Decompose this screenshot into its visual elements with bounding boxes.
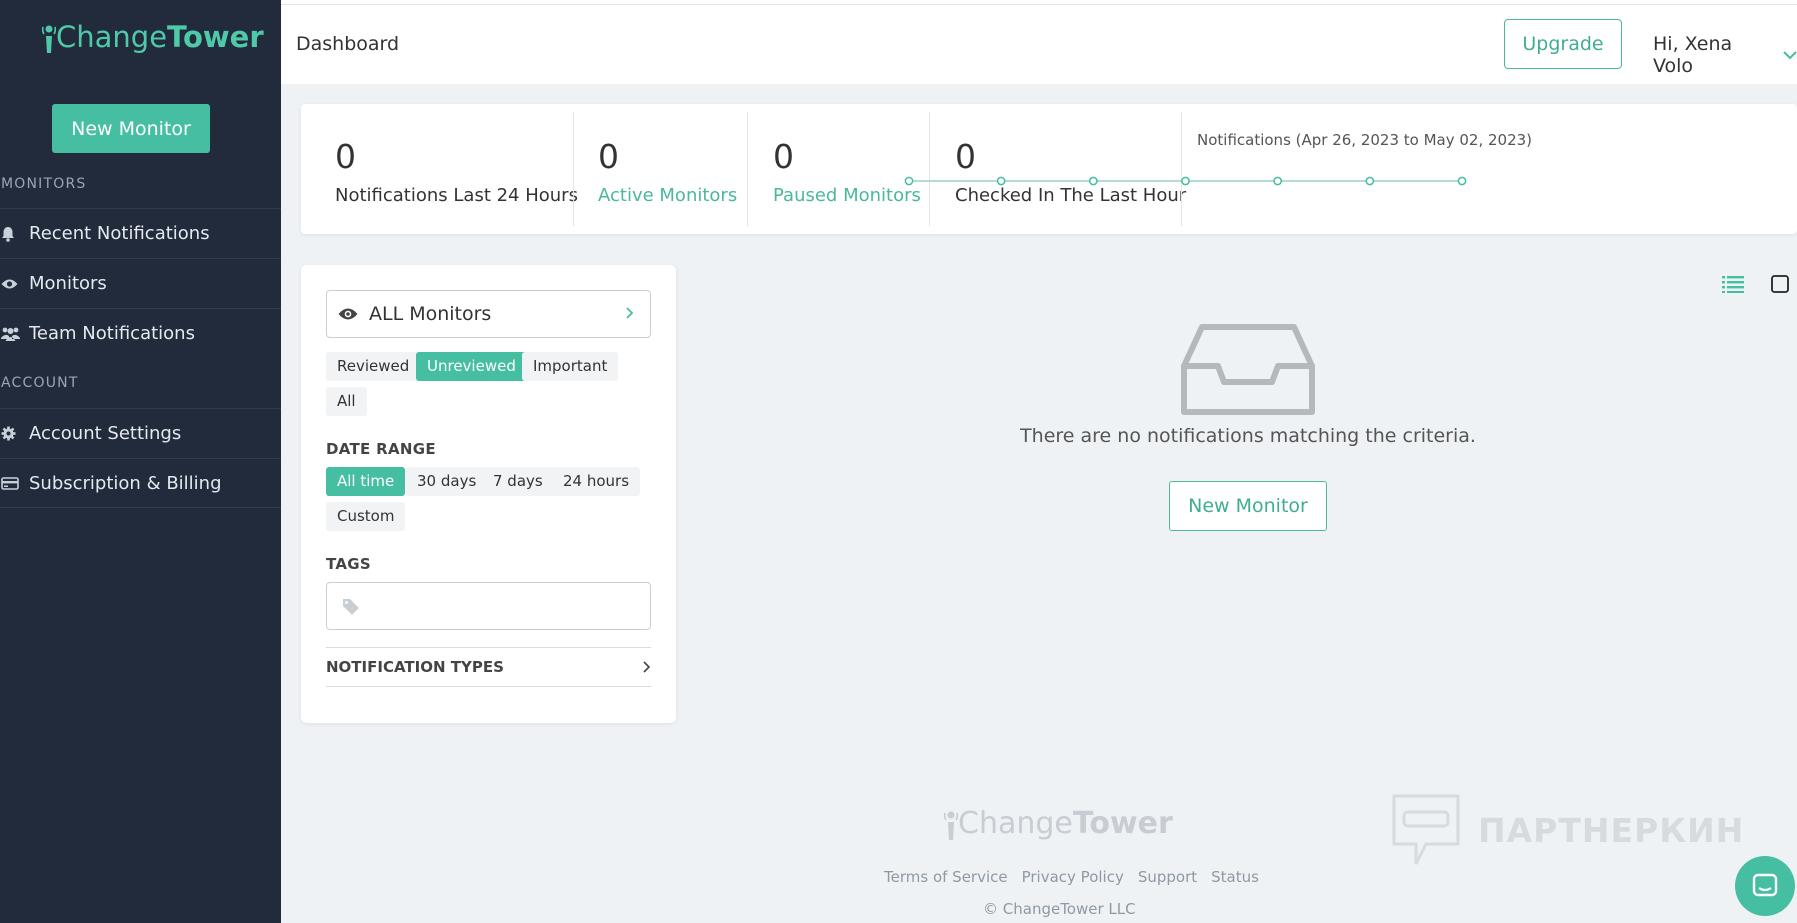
notifications-chart: [904, 176, 1467, 186]
credit-card-icon: [0, 476, 29, 490]
sidebar-item-label: Account Settings: [29, 423, 182, 444]
sidebar-item-team-notifications[interactable]: Team Notifications: [0, 308, 281, 358]
tag-icon: [342, 598, 360, 616]
footer-link-terms[interactable]: Terms of Service: [884, 868, 1008, 886]
bell-icon: [0, 226, 29, 242]
logo-text-bold: Tower: [167, 20, 264, 54]
chart-point-may-01[interactable]: [1365, 176, 1375, 186]
active-monitors-link[interactable]: Active Monitors: [598, 185, 737, 206]
sidebar-item-label: Subscription & Billing: [29, 472, 222, 494]
footer-links: Terms of Service Privacy Policy Support …: [884, 868, 1273, 886]
sidebar-item-subscription-billing[interactable]: Subscription & Billing: [0, 458, 281, 508]
notification-types-label: NOTIFICATION TYPES: [326, 658, 504, 676]
user-greeting: Hi, Xena Volo: [1653, 33, 1733, 77]
new-monitor-button[interactable]: New Monitor: [52, 104, 210, 153]
eye-icon: [338, 307, 358, 321]
chip-24-hours[interactable]: 24 hours: [552, 467, 641, 496]
inbox-icon: [1180, 324, 1316, 416]
page-title: Dashboard: [296, 33, 400, 55]
sidebar-item-monitors[interactable]: Monitors: [0, 258, 281, 308]
stat-active-monitors: 0 Active Monitors: [573, 112, 743, 226]
card-view-icon[interactable]: [1771, 275, 1789, 293]
top-header: Dashboard Upgrade Hi, Xena Volo: [281, 5, 1797, 84]
chart-point-apr-27[interactable]: [996, 176, 1006, 186]
changetower-logo[interactable]: Change Tower: [42, 20, 264, 54]
footer-logo-text-light: Change: [958, 806, 1073, 841]
monitor-select[interactable]: ALL Monitors: [326, 290, 651, 338]
eye-icon: [0, 278, 29, 290]
gear-icon: [0, 426, 29, 441]
empty-state-message: There are no notifications matching the …: [1020, 425, 1476, 447]
date-range-heading: DATE RANGE: [326, 440, 436, 458]
chart-point-apr-28[interactable]: [1088, 176, 1098, 186]
chip-30-days[interactable]: 30 days: [406, 467, 488, 496]
chart-point-apr-26[interactable]: [904, 176, 914, 186]
chart-point-apr-29[interactable]: [1181, 176, 1190, 186]
watermark: ПАРТНЕРКИН: [1390, 792, 1744, 868]
sidebar-item-label: Monitors: [29, 273, 107, 294]
chevron-right-icon: [625, 306, 634, 320]
chat-icon: [1752, 873, 1778, 897]
tags-heading: TAGS: [326, 555, 371, 573]
logo-text-light: Change: [56, 20, 168, 54]
stat-value: 0: [773, 137, 794, 176]
copyright: © ChangeTower LLC: [983, 900, 1136, 918]
notification-types-toggle[interactable]: NOTIFICATION TYPES: [326, 647, 651, 687]
chat-launcher-button[interactable]: [1735, 856, 1795, 916]
sidebar-item-label: Team Notifications: [29, 323, 195, 344]
monitor-select-value: ALL Monitors: [369, 303, 492, 325]
sidebar-item-recent-notifications[interactable]: Recent Notifications: [0, 208, 281, 258]
chip-all[interactable]: All: [326, 387, 367, 416]
users-icon: [0, 326, 29, 341]
watermark-mask-icon: [1392, 794, 1460, 865]
chip-all-time[interactable]: All time: [326, 467, 406, 496]
chart-point-may-02[interactable]: [1457, 176, 1467, 186]
footer-link-support[interactable]: Support: [1138, 868, 1197, 886]
footer-logo: Change Tower: [944, 806, 1173, 841]
footer-link-privacy[interactable]: Privacy Policy: [1022, 868, 1124, 886]
chip-important[interactable]: Important: [522, 352, 619, 381]
chevron-right-icon: [642, 660, 651, 674]
empty-state-new-monitor-button[interactable]: New Monitor: [1169, 481, 1327, 531]
monitors-section-heading: MONITORS: [1, 176, 87, 192]
chip-unreviewed[interactable]: Unreviewed: [416, 352, 527, 381]
chart-title: Notifications (Apr 26, 2023 to May 02, 2…: [1197, 131, 1533, 149]
sidebar: Change Tower New Monitor MONITORS Recent …: [0, 0, 281, 923]
chip-reviewed[interactable]: Reviewed: [326, 352, 421, 381]
list-view-icon[interactable]: [1722, 275, 1744, 293]
filter-panel: ALL Monitors Reviewed Unreviewed Importa…: [301, 265, 676, 723]
chevron-down-icon: [1783, 50, 1797, 60]
account-section-heading: ACCOUNT: [1, 375, 79, 391]
upgrade-button[interactable]: Upgrade: [1504, 19, 1622, 69]
chip-custom[interactable]: Custom: [326, 502, 406, 531]
stat-value: 0: [335, 137, 356, 176]
tags-input[interactable]: [326, 582, 651, 630]
user-menu[interactable]: Hi, Xena Volo: [1653, 33, 1797, 77]
watermark-text: ПАРТНЕРКИН: [1478, 810, 1745, 850]
tower-logo-icon: [944, 811, 958, 840]
stat-value: 0: [598, 137, 619, 176]
sidebar-item-account-settings[interactable]: Account Settings: [0, 408, 281, 458]
tower-logo-icon: [42, 25, 56, 53]
footer-logo-text-bold: Tower: [1072, 806, 1173, 841]
sidebar-item-label: Recent Notifications: [29, 223, 210, 244]
footer-link-status[interactable]: Status: [1211, 868, 1259, 886]
chip-7-days[interactable]: 7 days: [482, 467, 554, 496]
chart-point-apr-30[interactable]: [1273, 176, 1283, 186]
stat-label: Notifications Last 24 Hours: [335, 185, 578, 206]
